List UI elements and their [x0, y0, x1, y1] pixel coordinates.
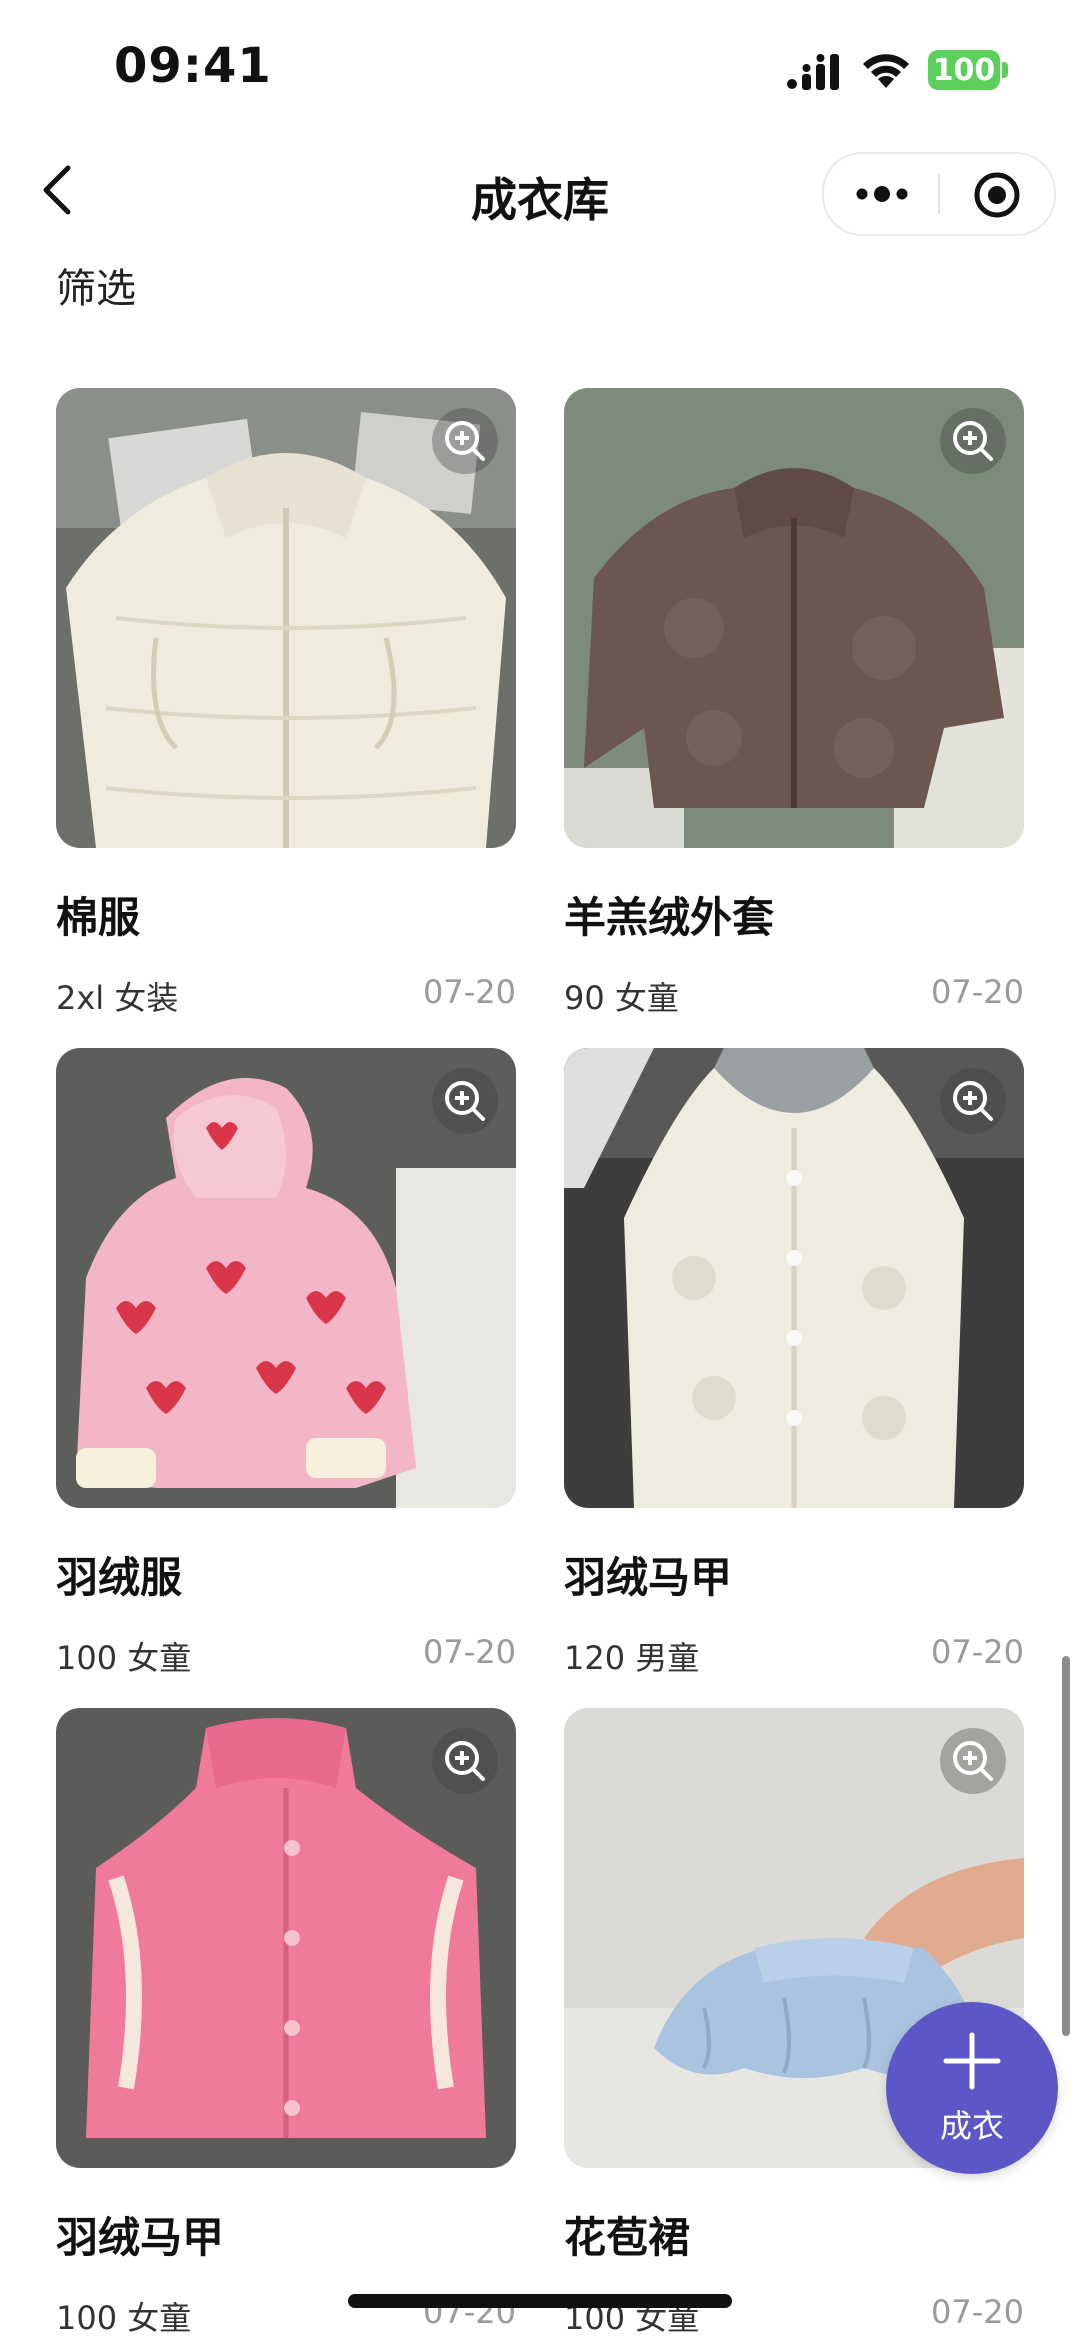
garment-title: 羽绒服: [56, 1553, 183, 1602]
garment-card[interactable]: 羽绒马甲 120 男童 07-20: [564, 1048, 1024, 1677]
garment-title: 羽绒马甲: [56, 2213, 225, 2262]
scrollbar[interactable]: [1062, 1656, 1070, 2036]
plus-icon: [943, 2032, 1001, 2090]
status-time: 09:41: [114, 38, 272, 94]
zoom-in-icon[interactable]: [432, 1728, 498, 1794]
garment-title: 羽绒马甲: [564, 1553, 733, 1602]
battery-level: 100: [928, 50, 1000, 90]
zoom-in-icon[interactable]: [940, 1728, 1006, 1794]
garment-meta: 90 女童 07-20: [564, 973, 1024, 1017]
garment-spec: 120 男童: [564, 1639, 700, 1677]
screen: 09:41 100 成衣库 筛选 棉服 2xl 女装 07-20 羊羔绒外套 9…: [0, 0, 1080, 2337]
garment-photo[interactable]: [564, 1048, 1024, 1508]
status-bar: 09:41 100: [0, 0, 1080, 130]
garment-photo[interactable]: [56, 1048, 516, 1508]
garment-photo[interactable]: [564, 388, 1024, 848]
garment-spec: 90 女童: [564, 979, 679, 1017]
zoom-in-icon[interactable]: [940, 1068, 1006, 1134]
garment-photo[interactable]: [56, 1708, 516, 2168]
garment-spec: 2xl 女装: [56, 979, 179, 1017]
garment-card[interactable]: 羽绒马甲 100 女童 07-20: [56, 1708, 516, 2337]
garment-date: 07-20: [931, 2293, 1024, 2331]
mini-program-capsule: [822, 152, 1056, 236]
zoom-in-icon[interactable]: [432, 408, 498, 474]
navigation-bar: 成衣库: [0, 130, 1080, 250]
garment-spec: 100 女童: [56, 2299, 192, 2337]
close-target-icon[interactable]: [972, 170, 1022, 220]
zoom-in-icon[interactable]: [432, 1068, 498, 1134]
garment-date: 07-20: [931, 1633, 1024, 1671]
garment-spec: 100 女童: [56, 1639, 192, 1677]
garment-date: 07-20: [931, 973, 1024, 1011]
garment-card[interactable]: 羊羔绒外套 90 女童 07-20: [564, 388, 1024, 1017]
garment-date: 07-20: [423, 1633, 516, 1671]
garment-meta: 2xl 女装 07-20: [56, 973, 516, 1017]
add-garment-label: 成衣: [939, 2107, 1004, 2145]
home-indicator[interactable]: [348, 2294, 732, 2308]
garment-title: 羊羔绒外套: [564, 893, 775, 942]
more-icon[interactable]: [852, 178, 912, 210]
garment-photo[interactable]: [56, 388, 516, 848]
filter-button[interactable]: 筛选: [56, 256, 136, 314]
battery-icon: 100: [928, 50, 1010, 90]
garment-meta: 100 女童 07-20: [56, 1633, 516, 1677]
capsule-divider: [938, 174, 940, 214]
garment-card[interactable]: 棉服 2xl 女装 07-20: [56, 388, 516, 1017]
zoom-in-icon[interactable]: [940, 408, 1006, 474]
garment-card[interactable]: 羽绒服 100 女童 07-20: [56, 1048, 516, 1677]
wifi-icon: [863, 54, 909, 88]
garment-title: 棉服: [56, 893, 141, 942]
add-garment-button[interactable]: 成衣: [886, 2002, 1058, 2174]
garment-date: 07-20: [423, 973, 516, 1011]
garment-title: 花苞裙: [564, 2213, 691, 2262]
cellular-signal-icon: [787, 54, 839, 90]
garment-meta: 120 男童 07-20: [564, 1633, 1024, 1677]
